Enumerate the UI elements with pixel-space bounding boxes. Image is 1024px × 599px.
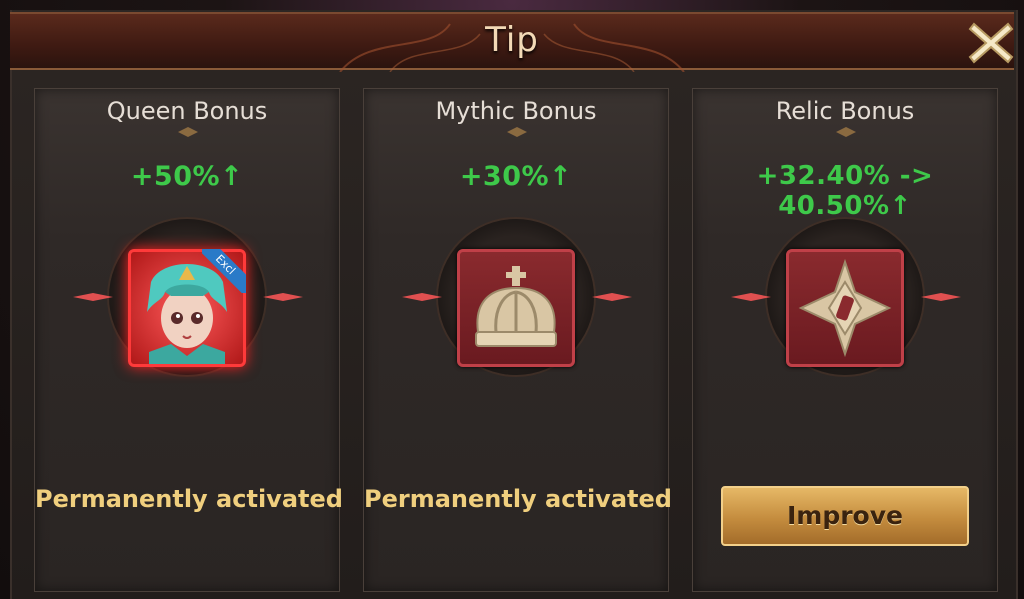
queen-bonus-panel: Queen Bonus +50%↑ Excl Permanently activ… <box>34 88 343 592</box>
bonus-value: +30%↑ <box>459 161 573 192</box>
sparkle-icon <box>921 293 961 301</box>
crown-icon[interactable] <box>457 249 575 367</box>
status-text: Permanently activated <box>35 485 343 513</box>
panel-title: Queen Bonus <box>106 97 268 125</box>
sparkle-icon <box>592 293 632 301</box>
mythic-bonus-panel: Mythic Bonus +30%↑ Permanently activated <box>363 88 672 592</box>
close-button[interactable] <box>962 14 1020 72</box>
relic-bonus-panel: Relic Bonus +32.40% -> 40.50%↑ Improve <box>692 88 998 592</box>
excl-badge: Excl <box>202 249 246 293</box>
status-text: Permanently activated <box>364 485 672 513</box>
dialog-title: Tip <box>485 20 539 60</box>
title-ornament-icon <box>836 127 856 137</box>
panel-title: Mythic Bonus <box>435 97 597 125</box>
sparkle-icon <box>402 293 442 301</box>
improve-button[interactable]: Improve <box>721 486 969 546</box>
queen-portrait-icon[interactable]: Excl <box>128 249 246 367</box>
bonus-value: +32.40% -> 40.50%↑ <box>756 161 934 221</box>
sparkle-icon <box>263 293 303 301</box>
panel-title: Relic Bonus <box>775 97 915 125</box>
title-ornament-icon <box>178 127 198 137</box>
sparkle-icon <box>73 293 113 301</box>
sparkle-icon <box>731 293 771 301</box>
relic-icon[interactable] <box>786 249 904 367</box>
title-ornament-icon <box>507 127 527 137</box>
bonus-value: +50%↑ <box>130 161 244 192</box>
close-icon <box>968 22 1014 64</box>
